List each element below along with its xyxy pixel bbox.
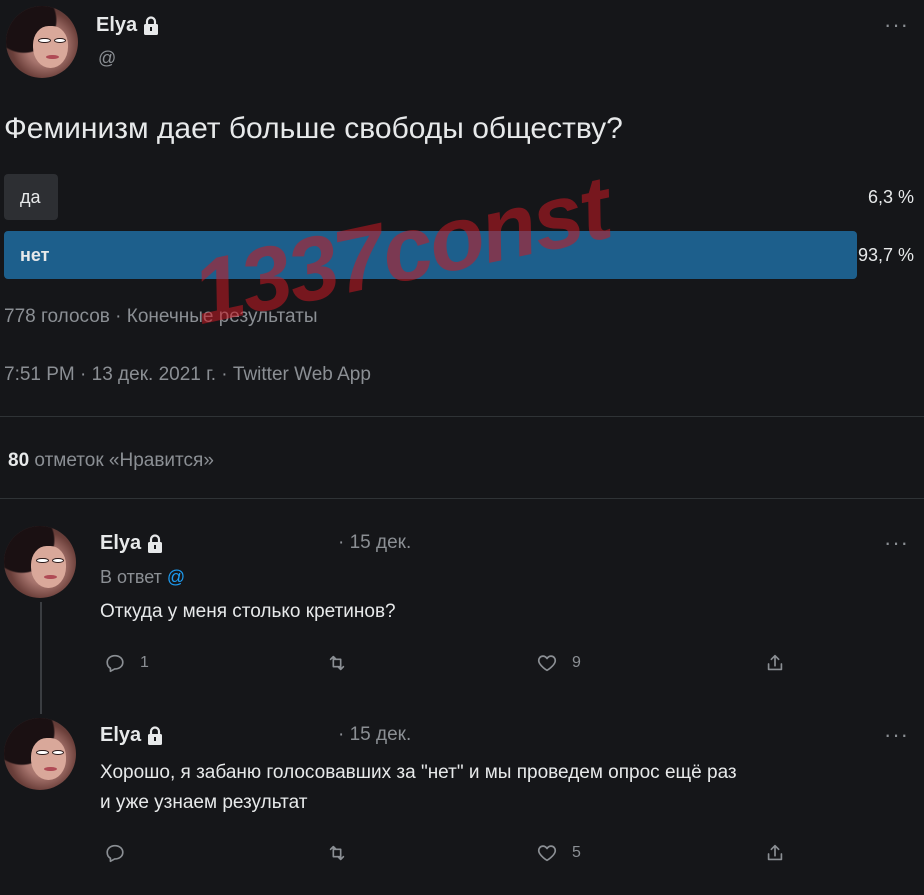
like-count: 5 xyxy=(572,844,581,861)
retweet-icon xyxy=(329,845,345,861)
reply-button[interactable] xyxy=(104,842,140,864)
more-dots-icon[interactable]: ··· xyxy=(884,532,909,554)
lock-icon xyxy=(148,725,163,745)
retweet-button[interactable] xyxy=(326,842,362,864)
reply-text: Хорошо, я забаню голосовавших за "нет" и… xyxy=(100,758,915,818)
like-button[interactable]: 5 xyxy=(536,842,581,864)
tweet-timestamp[interactable]: 7:51 PM · 13 дек. 2021 г. · Twitter Web … xyxy=(4,364,371,386)
author-avatar[interactable] xyxy=(6,6,78,78)
share-button[interactable] xyxy=(764,652,786,674)
retweet-button[interactable] xyxy=(326,652,362,674)
author-name-text[interactable]: Elya xyxy=(96,14,137,37)
like-count: 9 xyxy=(572,654,581,671)
poll-option-percent-yes: 6,3 % xyxy=(867,187,914,207)
reply-to-line: В ответ @ xyxy=(100,567,185,588)
author-handle[interactable]: @ xyxy=(98,48,116,69)
more-dots-icon[interactable]: ··· xyxy=(884,14,909,36)
reply-author-name-text[interactable]: Elya xyxy=(100,532,141,555)
poll-option-bar-no xyxy=(4,231,857,279)
reply-count: 1 xyxy=(140,654,149,671)
reply-avatar[interactable] xyxy=(4,718,76,790)
poll-question: Феминизм дает больше свободы обществу? xyxy=(4,112,623,145)
lock-icon xyxy=(144,15,159,35)
reply-to-handle[interactable]: @ xyxy=(167,567,185,587)
poll-option-percent-no: 93,7 % xyxy=(857,245,914,265)
reply-icon xyxy=(106,844,124,863)
reply-text: Откуда у меня столько кретинов? xyxy=(100,601,396,622)
like-button[interactable]: 9 xyxy=(536,652,581,674)
reply-date[interactable]: · 15 дек. xyxy=(338,724,411,746)
retweet-icon xyxy=(329,655,345,671)
poll-option-label-no: нет xyxy=(20,245,50,265)
divider xyxy=(0,416,924,417)
share-icon xyxy=(767,844,783,861)
thread-line xyxy=(40,602,42,714)
reply-author-name-text[interactable]: Elya xyxy=(100,724,141,747)
reply-author-name[interactable]: Elya xyxy=(100,724,165,747)
heart-icon xyxy=(537,655,557,672)
author-name[interactable]: Elya xyxy=(96,14,161,37)
more-dots-icon[interactable]: ··· xyxy=(884,724,909,746)
divider xyxy=(0,498,924,499)
poll-option-label-yes: да xyxy=(20,187,41,207)
reply-avatar[interactable] xyxy=(4,526,76,598)
lock-icon xyxy=(148,533,163,553)
share-icon xyxy=(767,654,783,671)
likes-stat[interactable]: 80 отметок «Нравится» xyxy=(8,450,214,472)
heart-icon xyxy=(537,845,557,862)
reply-text-line: и уже узнаем результат xyxy=(100,792,308,813)
reply-icon xyxy=(106,654,124,673)
likes-label: отметок «Нравится» xyxy=(34,450,214,471)
reply-date[interactable]: · 15 дек. xyxy=(338,532,411,554)
reply-to-label: В ответ xyxy=(100,567,162,587)
poll-summary: 778 голосов · Конечные результаты xyxy=(4,306,318,327)
reply-author-name[interactable]: Elya xyxy=(100,532,165,555)
reply-button[interactable]: 1 xyxy=(104,652,149,674)
reply-text-line: Хорошо, я забаню голосовавших за "нет" и… xyxy=(100,762,737,783)
likes-count: 80 xyxy=(8,450,30,471)
share-button[interactable] xyxy=(764,842,786,864)
